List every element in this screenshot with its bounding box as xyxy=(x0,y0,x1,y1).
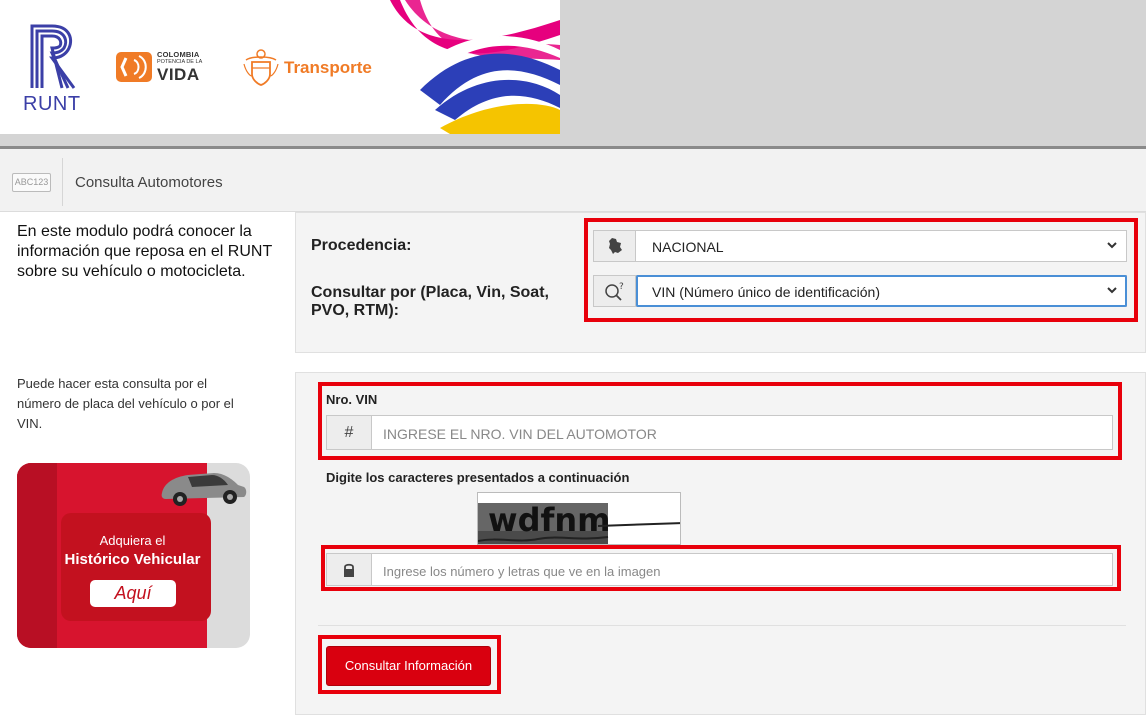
highlight-vin xyxy=(318,382,1122,460)
panel-gap xyxy=(295,353,1146,373)
runt-logo-icon[interactable] xyxy=(22,18,82,90)
highlight-submit xyxy=(318,635,501,694)
consultar-por-label: Consultar por (Placa, Vin, Soat, PVO, RT… xyxy=(311,284,549,319)
license-plate-icon: ABC123 xyxy=(12,173,51,192)
captcha-image: wdfnm xyxy=(477,492,681,545)
coat-of-arms-icon xyxy=(243,49,279,86)
colombia-potencia-vida-logo-icon xyxy=(116,52,152,82)
procedencia-label: Procedencia: xyxy=(311,237,412,254)
captcha-label: Digite los caracteres presentados a cont… xyxy=(326,470,630,485)
aqui-button[interactable]: Aquí xyxy=(90,580,176,607)
captcha-text: wdfnm xyxy=(488,501,611,539)
title-separator xyxy=(62,158,63,206)
runt-logo-text: RUNT xyxy=(23,93,81,115)
help-note: Puede hacer esta consulta por el número … xyxy=(17,376,234,431)
highlight-selects xyxy=(584,218,1138,322)
vida-text: VIDA xyxy=(157,65,200,84)
promo-line1: Adquiera el xyxy=(17,533,250,548)
promo-line1-text: Adquiera el xyxy=(99,533,166,548)
intro-text: En este modulo podrá conocer la informac… xyxy=(17,223,272,280)
historico-vehicular-banner[interactable]: Adquiera el Histórico Vehicular Aquí xyxy=(17,463,250,648)
site-header: RUNT COLOMBIA POTENCIA DE LA VIDA Transp… xyxy=(0,0,1146,148)
header-background xyxy=(560,0,1146,148)
promo-line2: Histórico Vehicular xyxy=(17,551,250,568)
page-title: Consulta Automotores xyxy=(75,174,223,191)
captcha-graphic: wdfnm xyxy=(478,493,680,544)
transporte-logo-text: Transporte xyxy=(284,58,372,77)
car-image-icon xyxy=(161,473,247,506)
decorative-waves xyxy=(390,0,560,134)
promo-line2-text: Histórico Vehicular xyxy=(64,551,201,568)
form-divider xyxy=(318,625,1126,626)
colombia-text: COLOMBIA xyxy=(157,50,200,59)
highlight-captcha-input xyxy=(321,545,1121,591)
